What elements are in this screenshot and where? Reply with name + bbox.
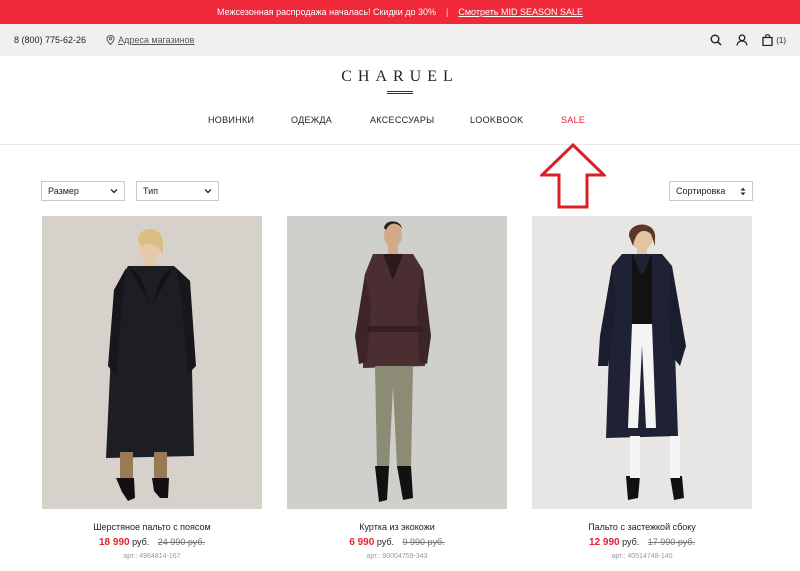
user-actions: (1) — [696, 34, 786, 46]
size-filter-label: Размер — [48, 186, 79, 196]
sort-select-label: Сортировка — [676, 186, 726, 196]
search-icon[interactable] — [710, 34, 722, 46]
arrow-up-icon — [540, 143, 606, 209]
product-image[interactable] — [532, 216, 752, 509]
header-divider — [0, 144, 800, 145]
cart-button[interactable]: (1) — [762, 34, 786, 46]
product-article: арт.: 4964814-167 — [123, 553, 181, 560]
sort-arrows-icon — [740, 187, 746, 196]
main-nav: НОВИНКИ ОДЕЖДА АКСЕССУАРЫ LOOKBOOK SALE — [0, 110, 800, 132]
stores-link[interactable]: Адреса магазинов — [106, 35, 194, 45]
product-name[interactable]: Шерстяное пальто с поясом — [42, 522, 262, 532]
type-filter[interactable]: Тип — [136, 181, 219, 201]
product-card[interactable]: Куртка из экокожи 6 990 руб. 9 990 руб. … — [287, 216, 507, 560]
product-price: 6 990 — [349, 537, 375, 548]
top-bar: 8 (800) 775-62-26 Адреса магазинов (1) — [0, 24, 800, 56]
brand-logo[interactable]: CHARUEL — [0, 68, 800, 86]
chevron-down-icon — [110, 188, 118, 194]
product-name[interactable]: Куртка из экокожи — [287, 522, 507, 532]
user-icon[interactable] — [736, 34, 748, 46]
stores-link-label: Адреса магазинов — [118, 35, 195, 45]
product-prices: 6 990 руб. 9 990 руб. — [287, 537, 507, 548]
size-filter[interactable]: Размер — [41, 181, 125, 201]
chevron-down-icon — [204, 188, 212, 194]
bag-icon — [762, 34, 773, 46]
product-currency: руб. — [132, 537, 150, 547]
product-card[interactable]: Пальто с застежкой сбоку 12 990 руб. 17 … — [532, 216, 752, 560]
product-old-price: 17 990 руб. — [647, 537, 695, 547]
product-price: 18 990 — [99, 537, 130, 548]
product-card[interactable]: Шерстяное пальто с поясом 18 990 руб. 24… — [42, 216, 262, 560]
product-currency: руб. — [376, 537, 394, 547]
product-old-price: 9 990 руб. — [402, 537, 445, 547]
product-old-price: 24 990 руб. — [157, 537, 205, 547]
nav-item-accessories[interactable]: АКСЕССУАРЫ — [370, 115, 434, 125]
product-image[interactable] — [42, 216, 262, 509]
product-prices: 12 990 руб. 17 990 руб. — [532, 537, 752, 548]
sort-select[interactable]: Сортировка — [669, 181, 753, 201]
product-article: арт.: 90004759-343 — [366, 553, 428, 560]
promo-banner: Межсезонная распродажа началась! Скидки … — [0, 0, 800, 24]
product-name[interactable]: Пальто с застежкой сбоку — [532, 522, 752, 532]
product-article: арт.: 40514748-140 — [611, 553, 673, 560]
phone-number[interactable]: 8 (800) 775-62-26 — [14, 35, 86, 45]
nav-item-lookbook[interactable]: LOOKBOOK — [470, 115, 523, 125]
nav-item-new[interactable]: НОВИНКИ — [208, 115, 254, 125]
product-prices: 18 990 руб. 24 990 руб. — [42, 537, 262, 548]
logo-underline — [387, 91, 413, 94]
type-filter-label: Тип — [143, 186, 159, 196]
cart-count: (1) — [776, 35, 786, 45]
promo-text: Межсезонная распродажа началась! Скидки … — [216, 7, 437, 17]
location-pin-icon — [106, 35, 115, 45]
promo-separator: | — [446, 7, 449, 17]
promo-link[interactable]: Смотреть MID SEASON SALE — [458, 7, 583, 17]
product-image[interactable] — [287, 216, 507, 509]
nav-item-sale[interactable]: SALE — [561, 115, 585, 125]
product-price: 12 990 — [589, 537, 620, 548]
product-currency: руб. — [622, 537, 640, 547]
nav-item-clothing[interactable]: ОДЕЖДА — [291, 115, 332, 125]
